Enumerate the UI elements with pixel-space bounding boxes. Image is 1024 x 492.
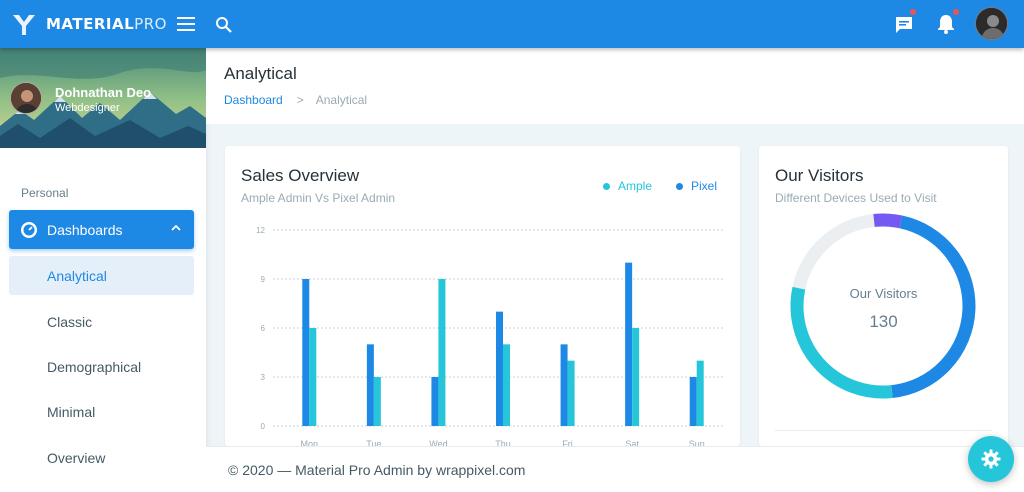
bar-pixel[interactable] bbox=[496, 311, 503, 426]
bar-ample[interactable] bbox=[567, 360, 575, 426]
bar-ample[interactable] bbox=[696, 360, 704, 426]
breadcrumb: Dashboard > Analytical bbox=[224, 93, 367, 107]
bar-ample[interactable] bbox=[438, 279, 446, 426]
brand-name-light: PRO bbox=[134, 15, 167, 33]
profile-avatar[interactable] bbox=[10, 82, 42, 114]
our-visitors-card: Our Visitors Different Devices Used to V… bbox=[759, 146, 1008, 446]
bar-pixel[interactable] bbox=[302, 279, 310, 426]
sidebar: Dohnathan Deo Webdesigner Personal Dashb… bbox=[0, 48, 206, 492]
topbar: MATERIALPRO bbox=[0, 0, 1024, 48]
donut-slice[interactable] bbox=[790, 286, 893, 399]
footer-text: © 2020 — Material Pro Admin by wrappixel… bbox=[228, 462, 526, 478]
breadcrumb-link-dashboard[interactable]: Dashboard bbox=[224, 93, 283, 107]
breadcrumb-current: Analytical bbox=[315, 93, 368, 107]
sidebar-item-dashboards-label: Dashboards bbox=[47, 221, 123, 238]
profile-name[interactable]: Dohnathan Deo bbox=[55, 85, 151, 100]
user-avatar[interactable] bbox=[975, 7, 1008, 40]
x-tick-label: Mon bbox=[301, 439, 319, 446]
brand-name: MATERIALPRO bbox=[46, 15, 167, 33]
x-tick-label: Fri bbox=[562, 439, 573, 446]
bar-pixel[interactable] bbox=[689, 377, 697, 426]
donut-slice[interactable] bbox=[891, 215, 976, 398]
bell-notification-dot bbox=[953, 9, 959, 15]
sales-bar-chart: 0 3 6 9 12 Mon Tue Wed Thu Fri Sat Sun bbox=[256, 226, 725, 446]
y-tick-label: 9 bbox=[261, 275, 266, 284]
bar-ample[interactable] bbox=[373, 377, 381, 426]
brand[interactable]: MATERIALPRO bbox=[10, 0, 167, 48]
donut-center-value: 130 bbox=[869, 312, 898, 331]
donut-slice[interactable] bbox=[792, 214, 875, 290]
x-tick-label: Tue bbox=[366, 439, 381, 446]
y-tick-label: 12 bbox=[256, 226, 265, 235]
bar-pixel[interactable] bbox=[366, 344, 374, 426]
x-tick-label: Sat bbox=[625, 439, 639, 446]
sidebar-item-classic[interactable]: Classic bbox=[9, 302, 194, 341]
bar-pixel[interactable] bbox=[625, 262, 633, 426]
footer: © 2020 — Material Pro Admin by wrappixel… bbox=[206, 446, 1024, 492]
sales-overview-card: Sales Overview Ample Admin Vs Pixel Admi… bbox=[225, 146, 740, 446]
x-tick-label: Thu bbox=[495, 439, 511, 446]
chevron-up-icon bbox=[171, 224, 181, 231]
sidebar-item-overview[interactable]: Overview bbox=[9, 438, 194, 477]
brand-logo-icon bbox=[13, 15, 35, 35]
sidebar-item-minimal[interactable]: Minimal bbox=[9, 392, 194, 431]
page-title: Analytical bbox=[224, 64, 297, 83]
sidebar-item-label: Analytical bbox=[47, 267, 107, 284]
menu-icon[interactable] bbox=[174, 12, 198, 36]
bar-pixel[interactable] bbox=[560, 344, 568, 426]
y-tick-label: 3 bbox=[261, 373, 266, 382]
sidebar-item-analytical[interactable]: Analytical bbox=[9, 256, 194, 295]
gauge-icon bbox=[19, 220, 39, 240]
profile-banner: Dohnathan Deo Webdesigner bbox=[0, 48, 206, 148]
donut-center-label: Our Visitors bbox=[849, 286, 918, 301]
page-header: Analytical Dashboard > Analytical bbox=[206, 48, 1024, 124]
sidebar-item-dashboards[interactable]: Dashboards bbox=[9, 210, 194, 249]
breadcrumb-separator: > bbox=[296, 93, 304, 107]
bar-pixel[interactable] bbox=[431, 377, 439, 426]
x-tick-label: Sun bbox=[689, 439, 705, 446]
message-notification-dot bbox=[910, 9, 916, 15]
card-divider bbox=[775, 430, 992, 431]
message-icon[interactable] bbox=[892, 12, 916, 36]
sidebar-item-label: Overview bbox=[47, 449, 106, 466]
bar-ample[interactable] bbox=[503, 344, 510, 426]
sidebar-item-demographical[interactable]: Demographical bbox=[9, 347, 194, 386]
profile-role: Webdesigner bbox=[55, 102, 120, 114]
bar-ample[interactable] bbox=[309, 328, 317, 426]
brand-name-bold: MATERIAL bbox=[46, 15, 135, 33]
donut-slice[interactable] bbox=[873, 213, 903, 229]
settings-fab-button[interactable] bbox=[968, 436, 1014, 482]
y-tick-label: 6 bbox=[261, 324, 266, 333]
sidebar-item-label: Classic bbox=[47, 313, 93, 330]
sidebar-item-label: Demographical bbox=[47, 358, 142, 375]
bell-icon[interactable] bbox=[934, 12, 958, 36]
nav-heading-personal: Personal bbox=[21, 186, 69, 200]
search-icon[interactable] bbox=[211, 12, 235, 36]
gear-icon bbox=[981, 449, 1001, 469]
x-tick-label: Wed bbox=[429, 439, 447, 446]
y-tick-label: 0 bbox=[261, 422, 266, 431]
sidebar-item-label: Minimal bbox=[47, 403, 96, 420]
bar-ample[interactable] bbox=[632, 328, 640, 426]
